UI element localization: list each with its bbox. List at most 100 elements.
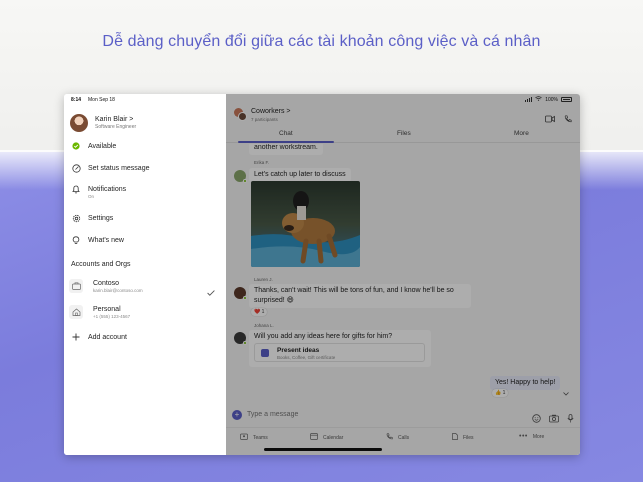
avatar	[234, 332, 247, 345]
nav-label: Calendar	[323, 434, 344, 441]
chevron-right-icon: >	[286, 108, 291, 115]
camera-icon[interactable]	[549, 410, 559, 428]
account-email: karin.blair@contoso.com	[93, 287, 143, 293]
message-sender: Johana L.	[254, 323, 274, 328]
wifi-icon	[535, 96, 542, 103]
tab-chat[interactable]: Chat	[279, 130, 293, 137]
message-bubble: Let's catch up later to discuss	[249, 168, 351, 182]
status-date: Mon Sep 18	[88, 97, 115, 103]
plus-icon	[71, 332, 81, 342]
signal-icon	[525, 97, 533, 102]
menu-label: Available	[88, 142, 117, 150]
headline: Dễ dàng chuyển đổi giữa các tài khoản cô…	[102, 33, 541, 50]
more-dots-icon: •••	[519, 433, 528, 440]
nav-label: Teams	[253, 434, 268, 441]
status-time: 8:14	[71, 97, 82, 103]
edit-status-icon	[71, 163, 81, 173]
available-status-icon	[71, 141, 81, 151]
bell-icon	[71, 184, 81, 194]
briefcase-icon	[69, 279, 83, 293]
thumbs-up-reaction[interactable]: 👍 1	[492, 389, 509, 397]
add-attachment-icon[interactable]: +	[232, 410, 242, 420]
account-phone: +1 (555) 123-4567	[93, 313, 131, 319]
nav-calls[interactable]: Calls	[386, 433, 409, 442]
presence-available-icon	[243, 296, 247, 300]
nav-label: More	[532, 433, 545, 440]
add-account-button[interactable]: Add account	[71, 332, 127, 342]
message-sender: Lauren J.	[254, 277, 273, 282]
card-title: Present ideas	[277, 347, 320, 354]
account-contoso[interactable]: Contoso karin.blair@contoso.com	[69, 279, 143, 293]
chat-title-text: Coworkers	[251, 108, 285, 115]
bottom-navigation: Teams Calendar Calls Files ••• More	[226, 427, 580, 445]
message-sender: Erika F.	[254, 160, 270, 165]
battery-percent: 100%	[545, 96, 558, 103]
message-text: Will you add any ideas here for gifts fo…	[254, 333, 393, 340]
account-name: Contoso	[93, 279, 120, 287]
menu-label: Add account	[88, 333, 127, 341]
status-available[interactable]: Available	[71, 141, 116, 151]
tablet-screen: Coworkers > 7 participants Chat Files Mo…	[64, 94, 580, 455]
notifications-status: On	[88, 194, 95, 199]
profile-role: Software Engineer	[95, 124, 137, 130]
task-card[interactable]: Present ideas Books, Coffee, Gift certif…	[254, 343, 425, 362]
message-input[interactable]	[247, 408, 495, 421]
card-subtitle: Books, Coffee, Gift certificate	[277, 355, 336, 360]
heart-reaction[interactable]: ❤️ 1	[251, 308, 268, 316]
nav-calendar[interactable]: Calendar	[310, 433, 343, 442]
phone-icon	[386, 433, 393, 442]
file-icon	[452, 433, 458, 442]
group-avatar	[234, 108, 247, 121]
message-text-line: surprised! 😄	[254, 297, 294, 304]
compose-bar: +	[226, 406, 580, 424]
tab-more[interactable]: More	[514, 130, 529, 137]
dog-photo[interactable]	[251, 181, 360, 267]
chat-header: Coworkers > 7 participants	[226, 106, 580, 125]
profile-name: Karin Blair >	[95, 116, 136, 123]
menu-label: Set status message	[88, 164, 150, 172]
menu-label: Settings	[88, 214, 114, 222]
gear-icon	[71, 213, 81, 223]
chevron-right-icon: >	[129, 116, 134, 123]
message-bubble: another workstream.	[249, 144, 323, 155]
battery-icon	[561, 97, 572, 102]
home-icon	[69, 305, 83, 319]
nav-more[interactable]: ••• More	[519, 433, 544, 440]
account-name: Personal	[93, 305, 121, 313]
chat-pane: Coworkers > 7 participants Chat Files Mo…	[226, 94, 580, 455]
chat-title[interactable]: Coworkers >	[251, 108, 291, 115]
account-personal[interactable]: Personal +1 (555) 123-4567	[69, 305, 130, 319]
notifications[interactable]: Notifications	[71, 184, 126, 194]
settings[interactable]: Settings	[71, 213, 113, 223]
accounts-section-title: Accounts and Orgs	[71, 261, 131, 268]
tab-files[interactable]: Files	[397, 130, 411, 137]
avatar	[234, 170, 247, 183]
scroll-down-chevron-icon[interactable]	[563, 383, 569, 401]
my-message-bubble: Yes! Happy to help!	[490, 376, 561, 390]
whats-new[interactable]: What's new	[71, 235, 124, 245]
message-text-line: Thanks, can't wait! This will be tons of…	[254, 287, 454, 294]
avatar	[234, 287, 247, 300]
checkmark-icon	[207, 283, 215, 301]
nav-label: Files	[463, 434, 474, 441]
account-panel: Karin Blair > Software Engineer Availabl…	[64, 94, 226, 455]
message-list[interactable]: another workstream. Erika F. Let's catch…	[226, 144, 580, 406]
teams-icon	[240, 433, 248, 442]
menu-label: What's new	[88, 236, 124, 244]
profile-header[interactable]: Karin Blair > Software Engineer	[70, 114, 136, 132]
nav-teams[interactable]: Teams	[240, 433, 268, 442]
active-tab-indicator	[238, 141, 334, 143]
profile-name-text: Karin Blair	[95, 116, 128, 123]
set-status-message[interactable]: Set status message	[71, 163, 149, 173]
message-bubble: Thanks, can't wait! This will be tons of…	[249, 284, 471, 308]
lightbulb-icon	[71, 235, 81, 245]
calendar-icon	[310, 433, 318, 442]
nav-files[interactable]: Files	[452, 433, 474, 442]
avatar	[70, 114, 88, 132]
chat-tabs: Chat Files More	[226, 126, 580, 143]
menu-label: Notifications	[88, 185, 127, 193]
nav-label: Calls	[398, 434, 410, 441]
emoji-icon[interactable]	[532, 410, 541, 428]
microphone-icon[interactable]	[567, 410, 574, 428]
home-indicator[interactable]	[264, 448, 382, 451]
